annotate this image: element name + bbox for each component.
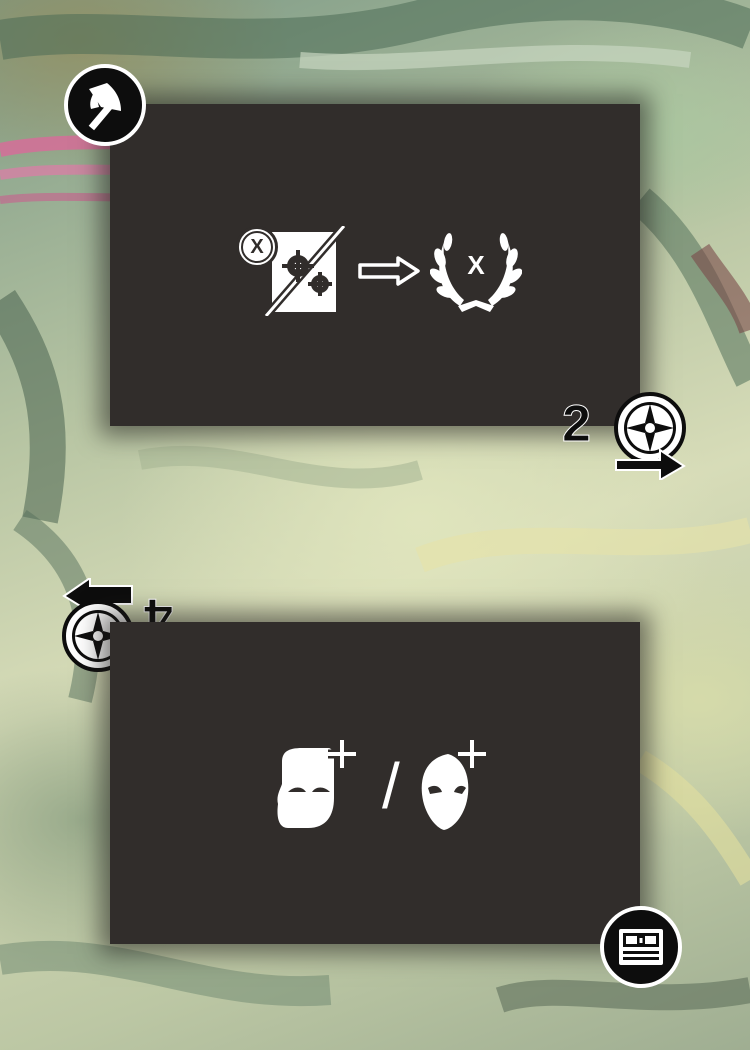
top-initiative-compass bbox=[608, 390, 692, 485]
hollow-arrow-icon bbox=[358, 256, 420, 286]
add-mask-face-icon bbox=[421, 740, 486, 830]
top-action-row: X X bbox=[236, 226, 522, 316]
bottom-action-row: / bbox=[272, 738, 500, 834]
add-hero-face-icon bbox=[277, 740, 356, 828]
top-initiative-value: 2 bbox=[562, 395, 592, 453]
cost-x-label: X bbox=[241, 231, 273, 263]
crossed-card-gear-icon: X bbox=[236, 226, 348, 316]
reward-x-label: X bbox=[467, 250, 485, 280]
compass-icon bbox=[614, 392, 686, 464]
axe-icon bbox=[64, 64, 146, 146]
separator-slash: / bbox=[382, 750, 400, 822]
x-circle-token-icon: X bbox=[236, 226, 278, 268]
laurel-wreath-icon: X bbox=[430, 228, 522, 314]
treasure-chest-icon bbox=[600, 906, 682, 988]
